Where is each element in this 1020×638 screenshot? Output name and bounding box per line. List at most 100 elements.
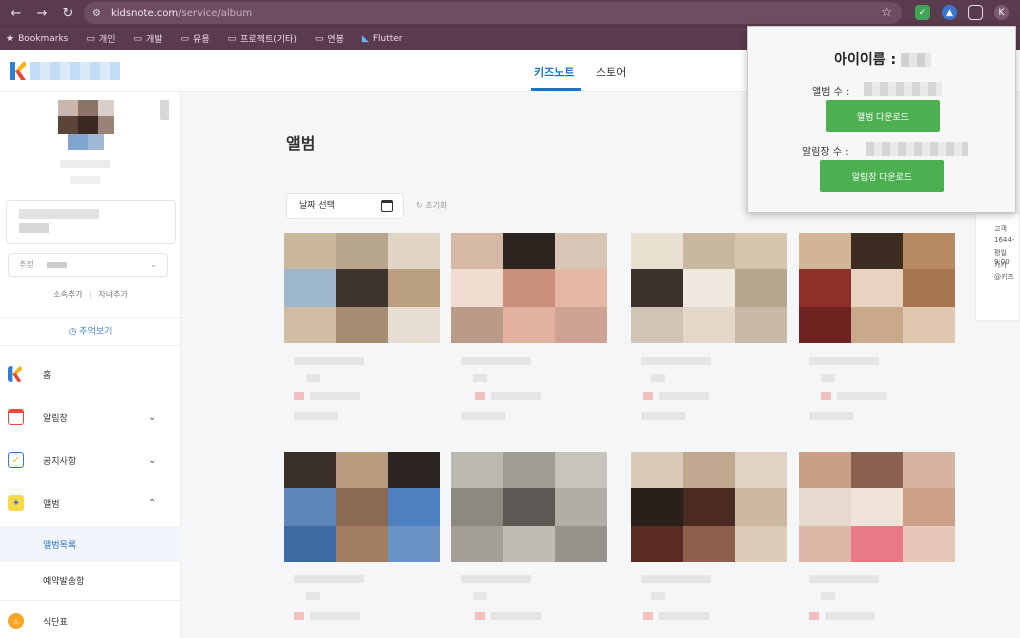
reset-button[interactable]: ↻ 초기화 <box>416 200 447 211</box>
kidsnote-logo-icon[interactable] <box>10 62 26 80</box>
album-caption <box>473 592 487 600</box>
refresh-icon: ↻ <box>416 201 426 210</box>
folder-icon: ▭ <box>180 33 190 44</box>
album-caption <box>651 592 665 600</box>
album-caption <box>294 357 364 365</box>
album-caption <box>475 392 485 400</box>
memory-button[interactable]: ◷ 추억보기 <box>0 324 181 337</box>
tab-store[interactable]: 스토어 <box>596 64 626 80</box>
album-caption <box>475 612 485 620</box>
album-thumbnail[interactable] <box>799 233 955 343</box>
album-caption <box>294 612 304 620</box>
album-thumbnail[interactable] <box>631 233 787 343</box>
album-caption <box>310 392 360 400</box>
bookmark-folder[interactable]: ▭ 프로젝트(기타) <box>227 32 297 46</box>
sidebar-item-meal[interactable]: ♨ 식단표 <box>0 606 181 636</box>
divider <box>0 600 181 601</box>
sidebar-subitem-scheduled[interactable]: 예약발송함 <box>0 562 181 598</box>
divider <box>0 317 181 318</box>
album-caption <box>306 592 320 600</box>
blurred-child-name <box>60 160 110 168</box>
scrollbar-thumb[interactable] <box>160 100 169 120</box>
bookmark-star-icon[interactable]: ☆ <box>881 5 892 19</box>
album-caption <box>641 412 685 420</box>
child-info-card[interactable] <box>6 200 176 244</box>
sidebar-item-album[interactable]: ✦ 앨범 ⌃ <box>0 488 181 518</box>
forward-icon[interactable]: → <box>32 3 52 23</box>
back-icon[interactable]: ← <box>6 3 26 23</box>
browser-toolbar: ← → ↻ ⚙ kidsnote.com/service/album ☆ ✓ ▲… <box>0 0 1020 26</box>
album-caption <box>641 575 711 583</box>
sidebar-item-notice-book[interactable]: 알림장 ⌄ <box>0 402 181 432</box>
reload-icon[interactable]: ↻ <box>58 3 78 23</box>
site-info-icon[interactable]: ⚙ <box>92 8 101 19</box>
extension-icon[interactable]: ▲ <box>942 5 957 20</box>
album-caption <box>461 575 531 583</box>
blurred-brand-name <box>30 62 120 80</box>
album-thumbnail[interactable] <box>799 452 955 562</box>
flutter-icon: ◣ <box>361 33 369 44</box>
sidebar-subitem-album-list[interactable]: 앨범목록 <box>0 526 181 562</box>
chevron-down-icon: ⌄ <box>148 411 157 423</box>
album-thumbnail[interactable] <box>284 452 440 562</box>
album-thumbnail[interactable] <box>284 233 440 343</box>
album-caption <box>294 392 304 400</box>
calendar-icon <box>8 409 24 425</box>
meal-icon: ♨ <box>8 613 24 629</box>
folder-icon: ▭ <box>314 33 324 44</box>
chevron-up-icon: ⌃ <box>148 497 157 509</box>
album-caption <box>643 612 653 620</box>
album-thumbnail[interactable] <box>451 233 607 343</box>
active-tab-indicator <box>531 88 581 91</box>
album-caption <box>461 412 505 420</box>
album-caption <box>294 412 338 420</box>
divider <box>0 345 181 346</box>
album-caption <box>641 357 711 365</box>
date-picker[interactable]: 날짜 선택 <box>286 193 404 219</box>
album-download-button[interactable]: 앨범 다운로드 <box>826 100 940 132</box>
album-thumbnail[interactable] <box>451 452 607 562</box>
album-caption <box>809 412 853 420</box>
profile-avatar[interactable]: K <box>994 5 1009 20</box>
bookmark-folder[interactable]: ▭ 개인 <box>86 32 115 46</box>
album-caption <box>491 612 541 620</box>
clock-icon: ◷ <box>68 327 77 337</box>
window-icon[interactable] <box>968 5 983 20</box>
kidsnote-logo-icon <box>8 366 22 382</box>
address-bar[interactable]: ⚙ kidsnote.com/service/album ☆ <box>84 2 902 24</box>
bookmark-folder[interactable]: ▭ 유용 <box>180 32 210 46</box>
sidebar-item-announcements[interactable]: ✓ 공지사항 ⌄ <box>0 445 181 475</box>
album-caption <box>809 357 879 365</box>
album-caption <box>306 374 320 382</box>
notice-download-button[interactable]: 알림장 다운로드 <box>820 160 944 192</box>
album-caption <box>651 374 665 382</box>
add-affiliation-link[interactable]: 소속추가 <box>53 290 82 299</box>
album-icon: ✦ <box>8 495 24 511</box>
class-select[interactable]: 추정 ⌄ <box>8 253 168 277</box>
album-caption <box>821 392 831 400</box>
side-links: 소속추가 | 자녀추가 <box>53 290 128 299</box>
album-caption <box>825 612 875 620</box>
album-caption <box>491 392 541 400</box>
page-title: 앨범 <box>286 134 316 153</box>
sidebar-item-home[interactable]: 홈 <box>0 359 181 389</box>
album-caption <box>809 575 879 583</box>
album-caption <box>643 392 653 400</box>
album-caption <box>809 612 819 620</box>
album-thumbnail[interactable] <box>631 452 787 562</box>
bookmark-item[interactable]: ★ Bookmarks <box>6 34 68 44</box>
tab-kidsnote[interactable]: 키즈노트 <box>534 64 574 80</box>
checklist-icon: ✓ <box>8 452 24 468</box>
blurred-child-info <box>70 176 100 184</box>
album-caption <box>294 575 364 583</box>
bookmark-folder[interactable]: ▭ 개발 <box>133 32 162 46</box>
shield-extension-icon[interactable]: ✓ <box>915 5 930 20</box>
album-caption <box>659 612 709 620</box>
folder-icon: ▭ <box>86 33 95 44</box>
bookmark-folder[interactable]: ▭ 연봉 <box>314 32 344 46</box>
bookmark-item[interactable]: ◣ Flutter <box>362 34 403 44</box>
album-caption <box>837 392 887 400</box>
folder-icon: ▭ <box>227 33 237 44</box>
add-child-link[interactable]: 자녀추가 <box>98 290 127 299</box>
calendar-icon <box>381 200 393 212</box>
